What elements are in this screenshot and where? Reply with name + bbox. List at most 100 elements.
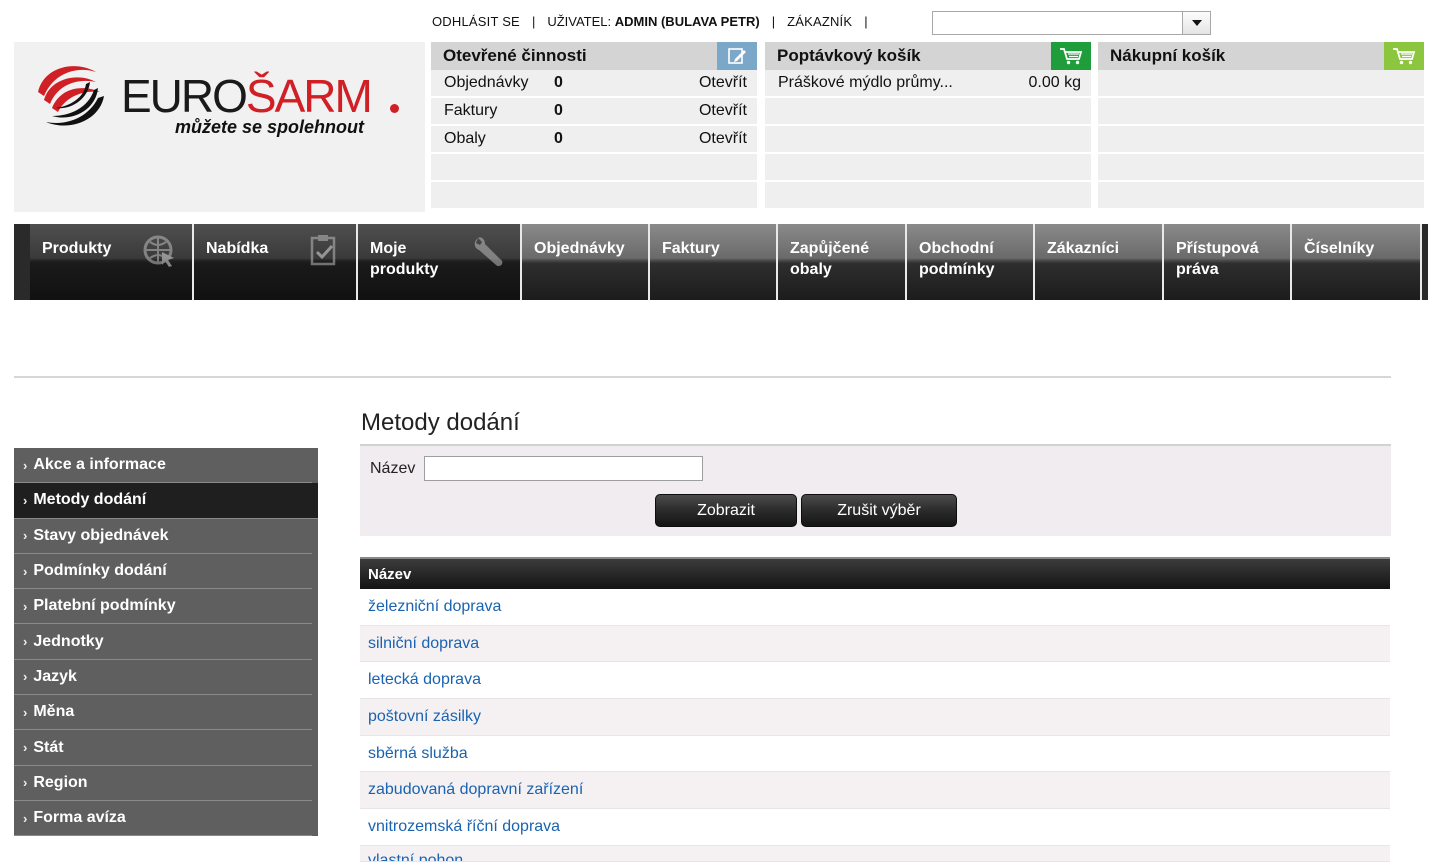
inquiry-item-name: Práškové mýdlo průmy...: [778, 74, 953, 91]
sidebar-item-label: Jazyk: [33, 667, 77, 685]
sidebar-item-label: Stát: [33, 738, 64, 756]
nav-item-products[interactable]: Produkty: [30, 224, 194, 300]
sidebar-item-label: Metody dodání: [33, 491, 147, 509]
empty-row: [1098, 126, 1424, 154]
name-filter-input[interactable]: [424, 456, 703, 481]
filter-form: Název Zobrazit Zrušit výběr: [360, 444, 1391, 536]
sidebar-item-label: Podmínky dodání: [33, 562, 167, 580]
chevron-right-icon: ›: [23, 563, 28, 579]
empty-row: [765, 98, 1091, 126]
empty-row: [1098, 98, 1424, 126]
delivery-method-link[interactable]: železniční doprava: [368, 598, 501, 616]
sidebar-item-label: Forma avíza: [33, 809, 126, 827]
logout-link[interactable]: ODHLÁSIT SE: [432, 14, 520, 29]
sidebar-item[interactable]: › Akce a informace: [14, 448, 312, 484]
sidebar: › Akce a informace › Metody dodání › Stavy ob…: [14, 448, 318, 837]
open-orders-link[interactable]: Otevřít: [699, 74, 747, 92]
name-filter-label: Název: [370, 460, 416, 477]
sidebar-item[interactable]: › Region: [14, 766, 312, 801]
globe-cursor-icon: [143, 235, 174, 267]
logo-tagline: můžete se spolehnout: [175, 117, 365, 137]
panel-header: Otevřené činnosti: [431, 42, 757, 70]
delivery-methods-table: Název železniční doprava silniční doprava…: [360, 557, 1390, 862]
sidebar-item[interactable]: › Stát: [14, 730, 312, 766]
chevron-down-icon[interactable]: [1182, 12, 1210, 34]
sidebar-item[interactable]: › Platební podmínky: [14, 589, 312, 625]
empty-row: [1098, 70, 1424, 98]
nav-item-offer[interactable]: Nabídka: [194, 224, 358, 300]
nav-item-invoices[interactable]: Faktury: [650, 224, 778, 300]
top-bar: ODHLÁSIT SE | UŽIVATEL: ADMIN (BULAVA PE…: [432, 10, 880, 32]
inquiry-basket-panel: Poptávkový košík Práškové mýdlo průmy...…: [765, 42, 1091, 212]
page-title: Metody dodání: [361, 409, 520, 436]
chevron-right-icon: ›: [23, 598, 28, 614]
sidebar-item-label: Stavy objednávek: [33, 526, 169, 544]
activity-row-invoices: Faktury 0 Otevřít: [431, 98, 757, 126]
clear-selection-button[interactable]: Zrušit výběr: [801, 494, 957, 527]
user-label: UŽIVATEL:: [547, 13, 612, 29]
open-invoices-link[interactable]: Otevřít: [699, 102, 747, 120]
open-packaging-link[interactable]: Otevřít: [699, 130, 747, 148]
sidebar-item[interactable]: › Měna: [14, 695, 312, 731]
top-separator: |: [531, 13, 536, 29]
logo[interactable]: EUROŠARM můžete se spolehnout: [14, 42, 425, 212]
activity-row-orders: Objednávky 0 Otevřít: [431, 70, 757, 98]
empty-row: [765, 182, 1091, 210]
edit-note-icon[interactable]: [717, 42, 757, 70]
nav-item-orders[interactable]: Objednávky: [522, 224, 650, 300]
panel-header: Poptávkový košík: [765, 42, 1091, 70]
sidebar-item[interactable]: › Stavy objednávek: [14, 519, 312, 554]
delivery-method-link[interactable]: sběrná služba: [368, 745, 468, 763]
chevron-right-icon: ›: [23, 704, 28, 720]
nav-item-my-products[interactable]: Moje produkty: [358, 224, 522, 300]
chevron-right-icon: ›: [23, 634, 28, 650]
sidebar-item[interactable]: › Metody dodání: [14, 483, 318, 519]
column-header-name[interactable]: Název: [360, 557, 1390, 589]
table-row: zabudovaná dopravní zařízení: [360, 772, 1390, 810]
top-separator: |: [771, 13, 776, 29]
cart-icon[interactable]: [1051, 42, 1091, 70]
delivery-method-link[interactable]: vlastní pohon: [368, 852, 463, 861]
delivery-method-link[interactable]: zabudovaná dopravní zařízení: [368, 781, 583, 799]
sidebar-item[interactable]: › Forma avíza: [14, 801, 312, 837]
panel-title: Otevřené činnosti: [443, 46, 587, 65]
sidebar-item[interactable]: › Jazyk: [14, 660, 312, 696]
sidebar-item[interactable]: › Podmínky dodání: [14, 554, 312, 590]
empty-row: [1098, 154, 1424, 182]
inquiry-item-qty: 0.00 kg: [1028, 74, 1081, 91]
empty-row: [431, 154, 757, 182]
table-row: letecká doprava: [360, 662, 1390, 700]
sidebar-item-label: Akce a informace: [33, 456, 166, 474]
chevron-right-icon: ›: [23, 528, 28, 544]
chevron-right-icon: ›: [23, 457, 28, 473]
table-row: sběrná služba: [360, 736, 1390, 773]
sidebar-item-label: Měna: [33, 703, 75, 721]
delivery-method-link[interactable]: silniční doprava: [368, 635, 479, 653]
delivery-method-link[interactable]: vnitrozemská říční doprava: [368, 818, 560, 836]
chevron-right-icon: ›: [23, 669, 28, 685]
inquiry-item-row[interactable]: Práškové mýdlo průmy... 0.00 kg: [765, 70, 1091, 98]
chevron-right-icon: ›: [23, 775, 28, 791]
table-row: vnitrozemská říční doprava: [360, 809, 1390, 846]
table-row: vlastní pohon: [360, 845, 1390, 862]
logo-wordmark: EUROŠARM: [121, 70, 373, 122]
wrench-icon: [474, 237, 503, 267]
customer-label: ZÁKAZNÍK: [787, 13, 853, 29]
panel-header: Nákupní košík: [1098, 42, 1424, 70]
empty-row: [1098, 182, 1424, 210]
nav-item-business-terms[interactable]: Obchodní podmínky: [907, 224, 1035, 300]
nav-item-borrowed-packaging[interactable]: Zapůjčené obaly: [778, 224, 907, 300]
current-user: UŽIVATEL: ADMIN (BULAVA PETR): [547, 14, 759, 29]
table-row: silniční doprava: [360, 625, 1390, 663]
customer-select[interactable]: [932, 11, 1211, 35]
show-button[interactable]: Zobrazit: [655, 494, 797, 527]
activity-row-packaging: Obaly 0 Otevřít: [431, 126, 757, 154]
delivery-method-link[interactable]: letecká doprava: [368, 671, 481, 689]
nav-item-customers[interactable]: Zákazníci: [1035, 224, 1164, 300]
sidebar-item[interactable]: › Jednotky: [14, 624, 312, 660]
delivery-method-link[interactable]: poštovní zásilky: [368, 708, 481, 726]
nav-item-code-lists[interactable]: Číselníky: [1292, 224, 1422, 300]
nav-item-access-rights[interactable]: Přístupová práva: [1164, 224, 1292, 300]
cart-icon[interactable]: [1384, 42, 1424, 70]
top-separator: |: [864, 13, 868, 29]
